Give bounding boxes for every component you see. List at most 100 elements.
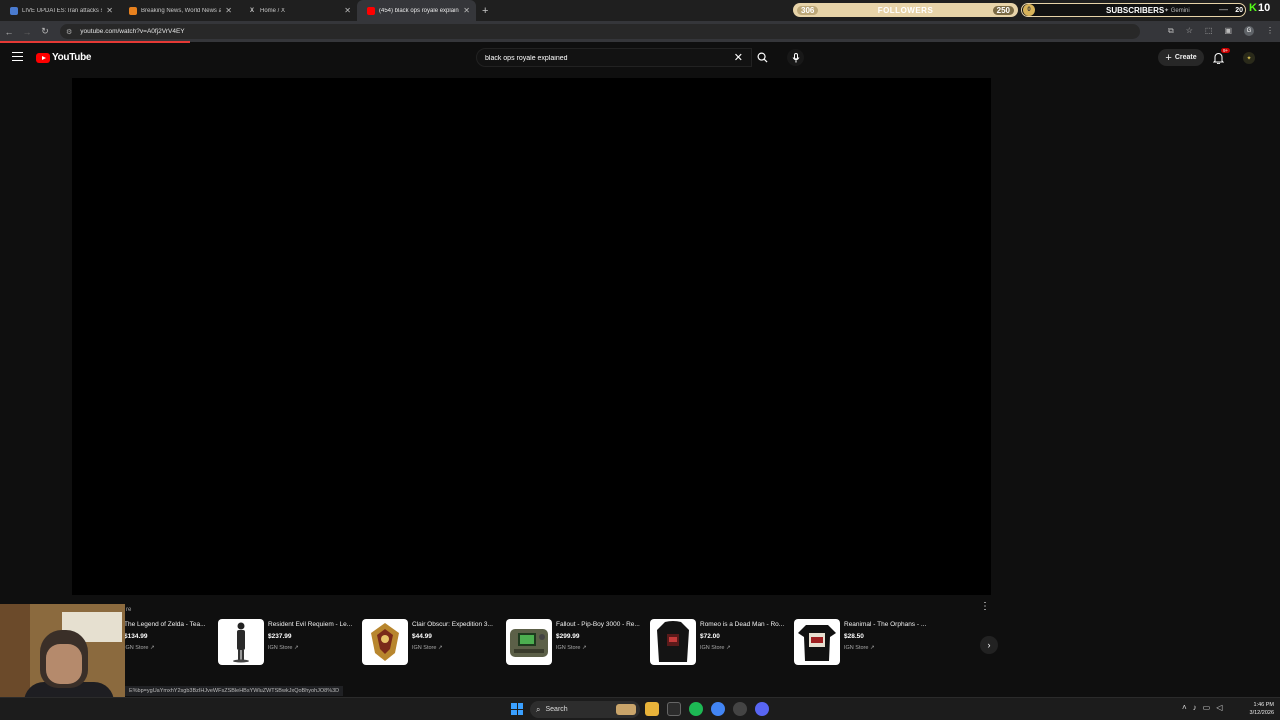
- browser-tab-1[interactable]: LIVE UPDATES: Iran attacks spa ✕: [0, 0, 119, 21]
- clock-time: 1:46 PM: [1253, 702, 1274, 708]
- product-store: IGN Store ↗: [844, 645, 875, 651]
- product-store: IGN Store ↗: [700, 645, 731, 651]
- forward-arrow-icon[interactable]: →: [18, 27, 36, 37]
- taskbar-clock[interactable]: 1:46 PM 3/12/2026: [1240, 701, 1274, 717]
- product-title: Reanimal - The Orphans - ...: [844, 621, 927, 628]
- extensions-icon[interactable]: ⬚: [1205, 26, 1213, 36]
- notification-count-badge: 9+: [1221, 48, 1231, 53]
- product-price: $72.00: [700, 633, 720, 640]
- more-options-icon[interactable]: ⋮: [980, 601, 990, 612]
- notifications-button[interactable]: 9+: [1212, 48, 1231, 69]
- product-title: Romeo is a Dead Man - Ro...: [700, 621, 785, 628]
- plus-icon: +: [1165, 51, 1172, 64]
- network-icon[interactable]: ▭: [1203, 703, 1211, 712]
- tab-title: Home / X: [260, 7, 286, 14]
- search-button[interactable]: [752, 48, 772, 67]
- news-favicon-icon: [10, 6, 18, 15]
- file-explorer-icon[interactable]: [645, 702, 659, 716]
- product-price: $299.99: [556, 633, 580, 640]
- kick-logo-icon: K: [1249, 2, 1257, 14]
- taskbar-search[interactable]: ⌕ Search: [530, 701, 640, 718]
- microphone-icon[interactable]: ♪: [1193, 703, 1197, 712]
- product-title: Resident Evil Requiem - Le...: [268, 621, 353, 628]
- product-card[interactable]: Romeo is a Dead Man - Ro... $72.00 IGN S…: [650, 619, 790, 667]
- youtube-logo[interactable]: YouTube: [36, 52, 92, 63]
- store-icon[interactable]: [667, 702, 681, 716]
- new-tab-icon[interactable]: +: [482, 5, 488, 17]
- minimize-icon[interactable]: —: [1219, 4, 1228, 14]
- address-bar[interactable]: ⚙ youtube.com/watch?v=A0fj2VrV4EY: [60, 24, 1140, 39]
- kick-counter: K10: [1249, 2, 1270, 14]
- followers-label: FOLLOWERS: [877, 5, 934, 15]
- volume-icon[interactable]: ◁: [1216, 703, 1222, 712]
- microphone-icon: [792, 52, 799, 62]
- product-card[interactable]: Reanimal - The Orphans - ... $28.50 IGN …: [794, 619, 934, 667]
- product-thumbnail: [218, 619, 264, 665]
- taskbar-search-label: Search: [545, 706, 568, 713]
- subs-current: 0: [1023, 4, 1035, 16]
- product-card[interactable]: Clair Obscur: Expedition 3... $44.99 IGN…: [362, 619, 502, 667]
- gemini-label: ✦ Gemini: [1164, 7, 1190, 14]
- voice-search-button[interactable]: [787, 49, 804, 66]
- spotify-icon[interactable]: [689, 702, 703, 716]
- system-tray: ˄ ♪ ▭ ◁: [1182, 703, 1222, 712]
- close-tab-icon[interactable]: ✕: [225, 6, 232, 15]
- chrome-menu-icon[interactable]: ⋮: [1266, 26, 1274, 36]
- profile-avatar-icon[interactable]: G: [1244, 26, 1254, 36]
- youtube-play-logo-icon: [36, 52, 50, 63]
- bell-icon: [1212, 53, 1225, 65]
- clear-search-icon[interactable]: ✕: [734, 51, 743, 64]
- url-text: youtube.com/watch?v=A0fj2VrV4EY: [80, 28, 185, 35]
- search-input[interactable]: [485, 52, 725, 64]
- create-button[interactable]: + Create: [1158, 49, 1204, 66]
- subs-goal: 20: [1235, 6, 1243, 14]
- product-store: IGN Store ↗: [556, 645, 587, 651]
- search-box: ✕: [476, 48, 752, 67]
- side-panel-icon[interactable]: ▣: [1224, 26, 1232, 36]
- tab-title: Breaking News, World News an: [141, 7, 222, 14]
- followers-goal-widget: 306 FOLLOWERS 250: [793, 3, 1018, 17]
- chevron-up-icon[interactable]: ˄: [1182, 703, 1187, 712]
- chrome-icon[interactable]: [711, 702, 725, 716]
- video-player[interactable]: [72, 78, 991, 595]
- back-arrow-icon[interactable]: ←: [0, 27, 18, 37]
- search-highlight-icon: [616, 704, 636, 715]
- app-icon[interactable]: [733, 702, 747, 716]
- close-tab-icon[interactable]: ✕: [463, 6, 470, 15]
- cast-icon[interactable]: ⧉: [1168, 26, 1174, 36]
- browser-tab-3[interactable]: X Home / X ✕: [238, 0, 357, 21]
- account-avatar[interactable]: ✦: [1243, 52, 1255, 64]
- site-info-icon[interactable]: ⚙: [66, 28, 72, 36]
- toolbar-actions: ⧉ ☆ ⬚ ▣ G ⋮: [1168, 26, 1274, 36]
- product-card[interactable]: Fallout - Pip-Boy 3000 - Re... $299.99 I…: [506, 619, 646, 667]
- subs-label: SUBSCRIBERS: [1106, 5, 1165, 15]
- youtube-masthead: YouTube ✕ + Create 9+ ✦: [0, 43, 1280, 73]
- news-favicon-icon: [129, 6, 137, 15]
- browser-tab-2[interactable]: Breaking News, World News an ✕: [119, 0, 238, 21]
- menu-hamburger-icon[interactable]: [12, 52, 23, 61]
- subscribers-goal-widget: 0 SUBSCRIBERS ✦ Gemini 20: [1021, 3, 1246, 17]
- discord-icon[interactable]: [755, 702, 769, 716]
- product-thumbnail: [794, 619, 840, 665]
- product-price: $28.50: [844, 633, 864, 640]
- tab-title: LIVE UPDATES: Iran attacks spa: [22, 7, 103, 14]
- product-title: The Legend of Zelda - Tea...: [124, 621, 206, 628]
- browser-tab-4-active[interactable]: (454) black ops royale explaine ✕: [357, 0, 476, 21]
- shelf-title: re: [126, 607, 132, 613]
- close-tab-icon[interactable]: ✕: [106, 6, 113, 15]
- reload-icon[interactable]: ↻: [36, 26, 54, 37]
- shelf-next-button[interactable]: ›: [980, 636, 998, 654]
- bookmark-star-icon[interactable]: ☆: [1186, 26, 1193, 36]
- product-store: IGN Store ↗: [124, 645, 155, 651]
- youtube-favicon-icon: [367, 6, 375, 15]
- product-title: Clair Obscur: Expedition 3...: [412, 621, 493, 628]
- product-price: $237.99: [268, 633, 292, 640]
- windows-start-icon[interactable]: [511, 703, 523, 715]
- search-icon: [757, 52, 768, 63]
- windows-taskbar: ⌕ Search ˄ ♪ ▭ ◁ 1:46 PM 3/12/2026: [0, 697, 1280, 720]
- close-tab-icon[interactable]: ✕: [344, 6, 351, 15]
- create-label: Create: [1174, 54, 1197, 61]
- product-price: $44.99: [412, 633, 432, 640]
- product-card[interactable]: Resident Evil Requiem - Le... $237.99 IG…: [218, 619, 358, 667]
- link-status-bar: E%bp=ygUaYmxhY2sgb3BzIHJveWFsZSBleHBsYWl…: [125, 686, 344, 696]
